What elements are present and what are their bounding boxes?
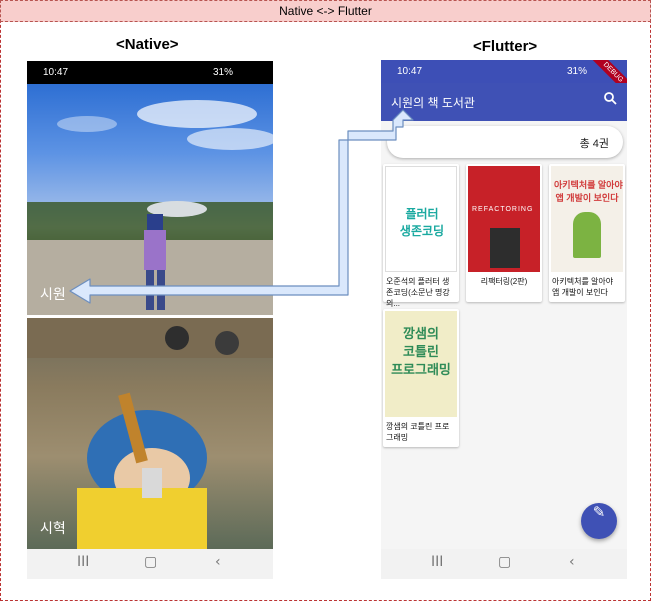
connector-arrow	[69, 109, 414, 304]
